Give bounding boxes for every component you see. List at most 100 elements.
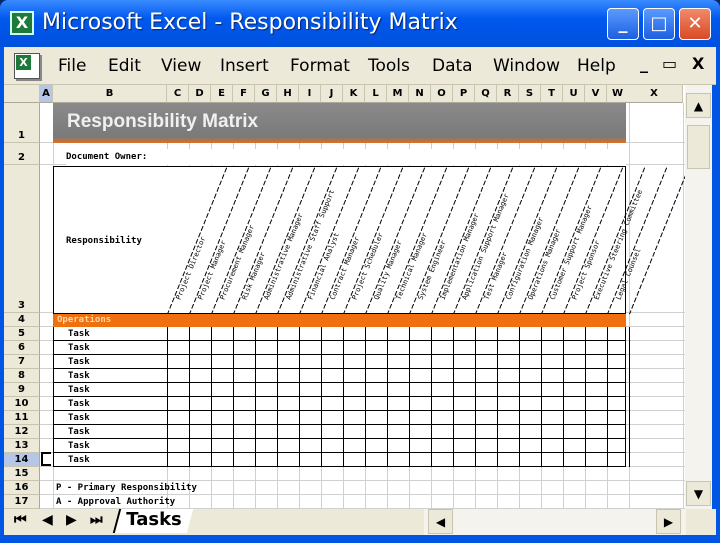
task-row[interactable]: Task (53, 439, 630, 453)
matrix-cell-border (518, 369, 520, 383)
row-header-1[interactable]: 1 (4, 103, 40, 143)
row-header-14[interactable]: 14 (4, 453, 40, 467)
task-row[interactable]: Task (53, 355, 630, 369)
column-header-o[interactable]: O (431, 85, 453, 103)
workbook-close-button[interactable]: X (692, 54, 704, 73)
matrix-cell-border (276, 453, 278, 467)
matrix-cell-border (408, 425, 410, 439)
scroll-down-button[interactable]: ▼ (686, 481, 711, 506)
matrix-cell-border (276, 439, 278, 453)
column-header-g[interactable]: G (255, 85, 277, 103)
scroll-up-button[interactable]: ▲ (686, 93, 711, 118)
menu-tools[interactable]: Tools (368, 56, 410, 76)
row-header-17[interactable]: 17 (4, 495, 40, 509)
row-header-15[interactable]: 15 (4, 467, 40, 481)
scroll-left-button[interactable]: ◀ (428, 509, 453, 534)
row-header-8[interactable]: 8 (4, 369, 40, 383)
sheet-tab-tasks[interactable]: Tasks (112, 509, 194, 533)
task-row[interactable]: Task (53, 397, 630, 411)
row-header-11[interactable]: 11 (4, 411, 40, 425)
matrix-cell-border (628, 369, 630, 383)
task-row[interactable]: Task (53, 327, 630, 341)
column-header-n[interactable]: N (409, 85, 431, 103)
row-header-7[interactable]: 7 (4, 355, 40, 369)
menu-edit[interactable]: Edit (108, 56, 141, 76)
matrix-cell-border (562, 397, 564, 411)
column-header-q[interactable]: Q (475, 85, 497, 103)
sheet-tab-bar: ⏮ ◀ ▶ ⏭ Tasks ◀ ▶ (4, 509, 716, 535)
row-header-10[interactable]: 10 (4, 397, 40, 411)
column-header-c[interactable]: C (167, 85, 189, 103)
menu-help[interactable]: Help (577, 56, 616, 76)
row-header-6[interactable]: 6 (4, 341, 40, 355)
excel-app-icon[interactable]: X (10, 11, 34, 35)
column-header-b[interactable]: B (53, 85, 167, 103)
excel-window: X Microsoft Excel - Responsibility Matri… (0, 0, 720, 543)
matrix-cell-border (584, 425, 586, 439)
matrix-cell-border (342, 411, 344, 425)
first-sheet-button[interactable]: ⏮ (14, 512, 27, 528)
task-row[interactable]: Task (53, 369, 630, 383)
matrix-cell-border (430, 439, 432, 453)
column-header-v[interactable]: V (585, 85, 607, 103)
column-header-l[interactable]: L (365, 85, 387, 103)
matrix-cell-border (342, 453, 344, 467)
matrix-cell-border (254, 327, 256, 341)
column-header-x[interactable]: X (626, 85, 683, 103)
matrix-cell-border (386, 453, 388, 467)
column-header-m[interactable]: M (387, 85, 409, 103)
workbook-restore-button[interactable]: ▭ (662, 54, 677, 73)
task-row[interactable]: Task (53, 425, 630, 439)
menu-format[interactable]: Format (290, 56, 350, 76)
next-sheet-button[interactable]: ▶ (66, 512, 77, 528)
column-header-j[interactable]: J (321, 85, 343, 103)
column-header-t[interactable]: T (541, 85, 563, 103)
matrix-cell-border (298, 341, 300, 355)
close-button[interactable]: ✕ (679, 8, 711, 40)
vertical-scrollbar[interactable]: ▲ ▼ (685, 85, 712, 509)
task-row[interactable]: Task (53, 453, 630, 467)
row-header-9[interactable]: 9 (4, 383, 40, 397)
column-header-u[interactable]: U (563, 85, 585, 103)
column-header-p[interactable]: P (453, 85, 475, 103)
column-header-k[interactable]: K (343, 85, 365, 103)
workbook-minimize-button[interactable]: _ (640, 54, 648, 73)
last-sheet-button[interactable]: ⏭ (90, 512, 103, 528)
column-header-e[interactable]: E (211, 85, 233, 103)
task-row[interactable]: Task (53, 383, 630, 397)
column-header-f[interactable]: F (233, 85, 255, 103)
menu-window[interactable]: Window (493, 56, 560, 76)
matrix-cell-border (298, 369, 300, 383)
row-header-12[interactable]: 12 (4, 425, 40, 439)
row-header-4[interactable]: 4 (4, 313, 40, 327)
menu-data[interactable]: Data (432, 56, 473, 76)
task-row[interactable]: Task (53, 411, 630, 425)
column-header-d[interactable]: D (189, 85, 211, 103)
matrix-cell-border (386, 355, 388, 369)
workbook-icon[interactable] (14, 53, 40, 79)
maximize-button[interactable]: □ (643, 8, 675, 40)
task-row[interactable]: Task (53, 341, 630, 355)
matrix-cell-border (628, 411, 630, 425)
row-header-5[interactable]: 5 (4, 327, 40, 341)
column-header-r[interactable]: R (497, 85, 519, 103)
horizontal-scrollbar[interactable]: ◀ ▶ (424, 509, 686, 535)
row-header-3[interactable]: 3 (4, 165, 40, 313)
prev-sheet-button[interactable]: ◀ (42, 512, 53, 528)
column-header-h[interactable]: H (277, 85, 299, 103)
menu-file[interactable]: File (58, 56, 86, 76)
minimize-button[interactable]: _ (607, 8, 639, 40)
row-header-2[interactable]: 2 (4, 143, 40, 165)
menu-insert[interactable]: Insert (220, 56, 269, 76)
vertical-scroll-thumb[interactable] (687, 125, 710, 169)
row-header-13[interactable]: 13 (4, 439, 40, 453)
select-all-corner[interactable] (4, 85, 40, 103)
matrix-cell-border (496, 383, 498, 397)
column-header-a[interactable]: A (40, 85, 53, 103)
column-header-s[interactable]: S (519, 85, 541, 103)
column-header-i[interactable]: I (299, 85, 321, 103)
scroll-right-button[interactable]: ▶ (656, 509, 681, 534)
worksheet-grid[interactable]: A B C D E F G H I J K L M N O P Q R S T U V W X 1 2 3 4 5 6 7 8 9 10 11 12 1… (4, 85, 685, 509)
menu-view[interactable]: View (161, 56, 201, 76)
row-header-16[interactable]: 16 (4, 481, 40, 495)
